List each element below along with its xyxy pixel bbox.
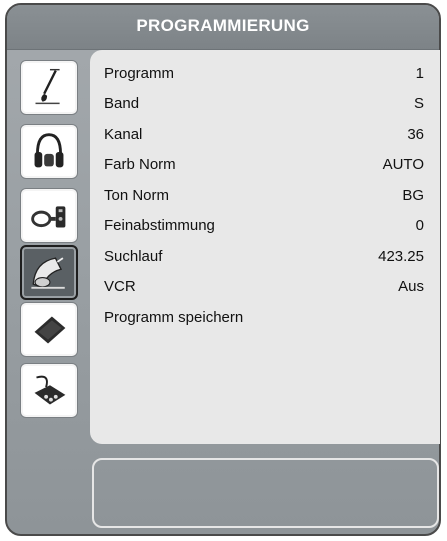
connector-plug-icon [34, 375, 66, 405]
menu-item-vcr[interactable]: VCR Aus [90, 272, 432, 303]
menu-item-programm[interactable]: Programm 1 [90, 58, 432, 89]
menu-item-label: Band [104, 95, 140, 113]
menu-item-value: 36 [407, 125, 424, 143]
menu-item-value: S [413, 95, 424, 113]
source-card-icon [34, 316, 66, 344]
menu-item-label: Feinabstimmung [104, 217, 215, 235]
menu-item-label: VCR [104, 278, 136, 296]
menu-item-label: Programm speichern [104, 308, 244, 326]
paint-brush-icon [35, 68, 60, 105]
menu-item-value: 423.25 [378, 247, 424, 265]
menu-item-label: Farb Norm [104, 156, 176, 174]
tab-source[interactable] [20, 302, 78, 357]
menu-item-value: Aus [398, 278, 424, 296]
menu-item-feinabstimmung[interactable]: Feinabstimmung 0 [90, 211, 432, 242]
menu-item-farb-norm[interactable]: Farb Norm AUTO [90, 150, 432, 181]
tab-picture[interactable] [20, 60, 78, 115]
menu-item-label: Programm [104, 64, 175, 82]
tab-install[interactable] [20, 245, 78, 300]
menu-item-label: Ton Norm [104, 186, 170, 204]
menu-item-label: Suchlauf [104, 247, 163, 265]
tab-connections[interactable] [20, 363, 78, 418]
menu-item-band[interactable]: Band S [90, 89, 432, 120]
satellite-dish-icon [31, 257, 65, 289]
menu-item-ton-norm[interactable]: Ton Norm BG [90, 180, 432, 211]
menu-item-value: AUTO [382, 156, 424, 174]
menu-title: PROGRAMMIERUNG [136, 16, 310, 35]
menu-item-value: BG [402, 186, 424, 204]
osd-screen: PROGRAMMIERUNG Programm 1 Band S Kanal 3… [0, 0, 447, 541]
menu-item-programm-speichern[interactable]: Programm speichern [90, 302, 432, 333]
info-box [92, 458, 439, 528]
menu-item-value: 0 [415, 217, 424, 235]
settings-list: Programm 1 Band S Kanal 36 Farb Norm AUT… [90, 58, 432, 333]
remote-key-icon [31, 206, 66, 228]
menu-item-label: Kanal [104, 125, 143, 143]
menu-item-value: 1 [415, 64, 424, 82]
menu-item-kanal[interactable]: Kanal 36 [90, 119, 432, 150]
tab-sound[interactable] [20, 124, 78, 179]
tab-features[interactable] [20, 188, 78, 243]
menu-item-suchlauf[interactable]: Suchlauf 423.25 [90, 241, 432, 272]
headphones-icon [34, 133, 64, 168]
